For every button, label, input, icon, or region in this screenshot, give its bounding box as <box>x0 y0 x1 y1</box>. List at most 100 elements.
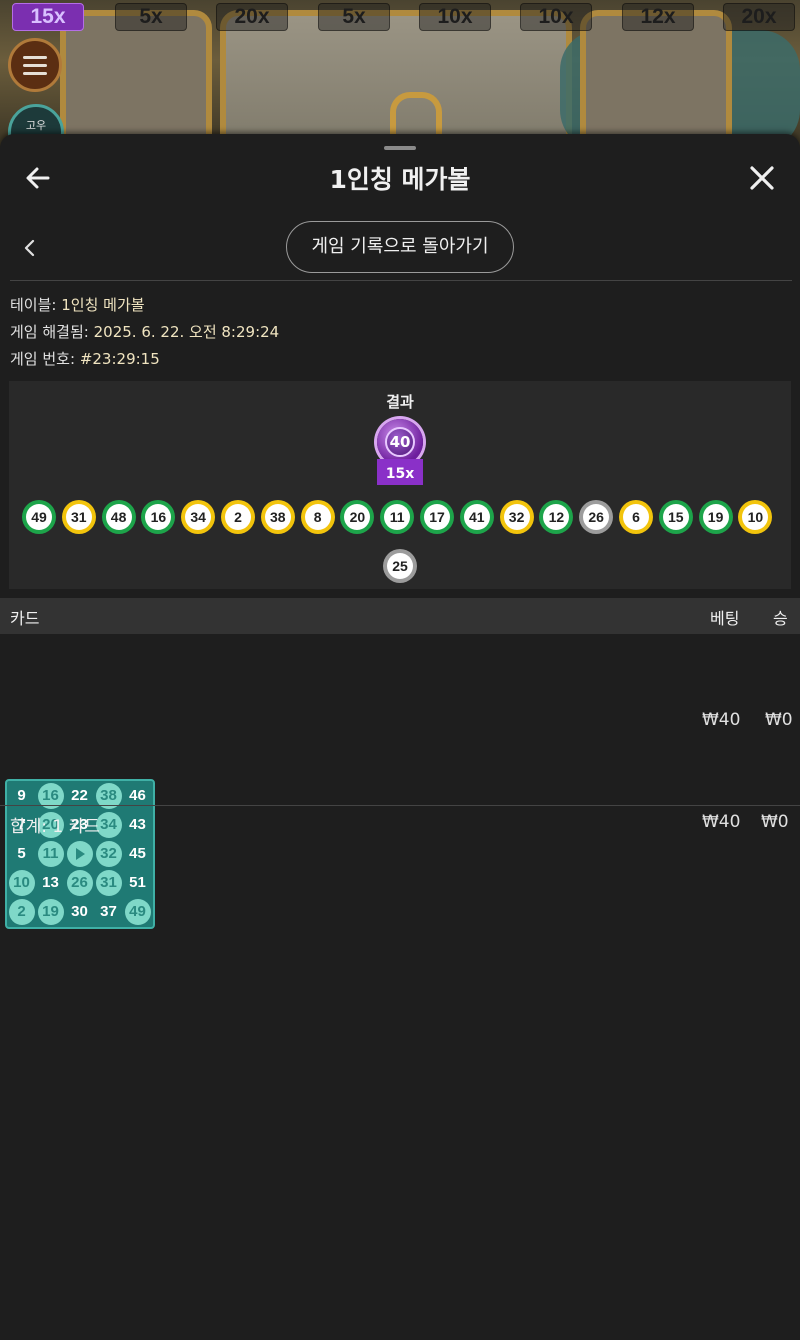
drawn-ball: 15 <box>658 500 693 534</box>
info-game-number: 게임 번호: #23:29:15 <box>10 348 160 369</box>
card-number: 9 <box>17 787 26 804</box>
menu-button[interactable] <box>8 38 62 92</box>
table-name: 1인칭 메가볼 <box>61 296 145 314</box>
card-cell: 5 <box>7 839 36 868</box>
row-bet: ₩40 <box>702 710 741 730</box>
multiplier-slot: 5x <box>318 3 390 31</box>
ball-number: 49 <box>26 504 52 530</box>
megaball-number: 40 <box>385 427 415 457</box>
card-cell: 32 <box>94 839 123 868</box>
card-cell: 2 <box>7 897 36 926</box>
info-label: 게임 해결됨: <box>10 323 89 341</box>
card-cell: 45 <box>123 839 152 868</box>
chevron-left-icon[interactable] <box>20 238 40 258</box>
resolved-time: 2025. 6. 22. 오전 8:29:24 <box>93 323 280 341</box>
table-header: 카드 베팅 승 <box>0 598 800 634</box>
card-cell: 13 <box>36 868 65 897</box>
card-number: 22 <box>71 787 88 804</box>
drag-handle[interactable] <box>384 146 416 150</box>
drawn-ball: 16 <box>141 500 176 534</box>
ball-number: 8 <box>304 504 331 530</box>
card-number: 26 <box>66 869 93 896</box>
info-table: 테이블: 1인칭 메가볼 <box>10 294 145 315</box>
ball-number: 32 <box>503 504 530 530</box>
drawn-ball: 25 <box>383 549 417 583</box>
multiplier-slot: 10x <box>520 3 592 31</box>
result-panel: 결과 40 15x 49 31 48 16 34 2 38 8 20 11 17 41 32 12 26 6 1… <box>9 381 791 589</box>
ball-number: 26 <box>583 504 610 530</box>
ball-number: 17 <box>424 504 450 530</box>
card-number: 19 <box>37 898 64 925</box>
total-bet: ₩40 <box>702 812 741 832</box>
total-label: 합계: 1 카드 <box>10 817 100 837</box>
multiplier-slot: 20x <box>723 3 795 31</box>
game-history-sheet: 1인칭 메가볼 게임 기록으로 돌아가기 테이블: 1인칭 메가볼 게임 해결됨… <box>0 134 800 1340</box>
ball-number: 12 <box>543 504 570 530</box>
row-win: ₩0 <box>765 710 793 730</box>
drawn-ball: 2 <box>221 500 255 534</box>
card-number: 45 <box>129 845 146 862</box>
divider <box>10 280 792 281</box>
card-number: 5 <box>17 845 26 862</box>
card-number: 43 <box>129 816 146 833</box>
card-cell: 43 <box>123 810 152 839</box>
card-cell <box>65 839 94 868</box>
free-space-icon <box>66 840 93 867</box>
card-number: 31 <box>95 869 122 896</box>
card-cell: 10 <box>7 868 36 897</box>
card-cell: 30 <box>65 897 94 926</box>
drawn-ball: 31 <box>61 500 96 534</box>
column-win: 승 <box>773 609 788 628</box>
drawn-ball: 38 <box>260 500 295 534</box>
multiplier-slot: 12x <box>622 3 694 31</box>
ball-number: 38 <box>264 504 291 530</box>
ball-number: 31 <box>65 504 92 530</box>
total-win: ₩0 <box>761 812 789 832</box>
card-cell: 51 <box>123 868 152 897</box>
card-cell: 26 <box>65 868 94 897</box>
info-label: 게임 번호: <box>10 350 76 368</box>
multiplier-slot: 15x <box>12 3 84 31</box>
column-bet: 베팅 <box>710 609 740 628</box>
drawn-ball: 20 <box>340 500 375 534</box>
multiplier-slot: 20x <box>216 3 288 31</box>
drawn-ball: 32 <box>499 500 534 534</box>
ball-number: 16 <box>145 504 172 530</box>
ball-number: 11 <box>384 504 411 530</box>
back-to-history-button[interactable]: 게임 기록으로 돌아가기 <box>286 221 514 273</box>
multiplier-slot: 5x <box>115 3 187 31</box>
hamburger-icon <box>23 63 47 67</box>
megaball-multiplier: 15x <box>377 459 423 485</box>
ball-number: 10 <box>742 504 769 530</box>
drawn-ball: 34 <box>181 500 216 534</box>
game-number: #23:29:15 <box>79 350 160 368</box>
ball-number: 34 <box>185 504 212 530</box>
ball-number: 6 <box>623 504 649 530</box>
drawn-ball: 17 <box>420 500 454 534</box>
card-number: 30 <box>71 903 88 920</box>
close-icon[interactable] <box>748 164 776 192</box>
ball-number: 2 <box>225 504 251 530</box>
ball-number: 15 <box>662 504 689 530</box>
drawn-ball: 6 <box>619 500 653 534</box>
card-cell: 49 <box>123 897 152 926</box>
card-number: 49 <box>124 898 151 925</box>
ball-number: 48 <box>105 504 132 530</box>
ball-number: 19 <box>702 504 729 530</box>
page-title: 1인칭 메가볼 <box>329 165 471 194</box>
card-cell: 19 <box>36 897 65 926</box>
ball-number: 41 <box>463 504 490 530</box>
card-number: 13 <box>42 874 59 891</box>
card-cell: 31 <box>94 868 123 897</box>
ball-number: 25 <box>387 553 413 579</box>
megaball: 40 15x <box>375 419 425 489</box>
card-number: 32 <box>95 840 122 867</box>
ball-number: 20 <box>344 504 371 530</box>
chat-label: 고우 <box>25 119 47 132</box>
card-number: 46 <box>129 787 146 804</box>
drawn-ball: 11 <box>380 500 415 534</box>
multiplier-strip: 15x 5x 20x 5x 10x 10x 12x 20x <box>0 0 800 34</box>
card-number: 10 <box>8 869 35 896</box>
info-label: 테이블: <box>10 296 57 314</box>
card-number: 11 <box>37 840 64 867</box>
